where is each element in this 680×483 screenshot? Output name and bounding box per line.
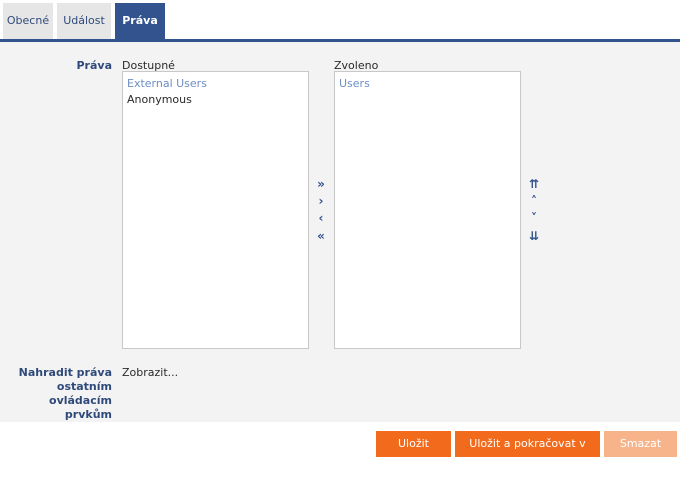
tab-general[interactable]: Obecné bbox=[3, 3, 53, 39]
list-item-external-users[interactable]: External Users bbox=[127, 76, 304, 92]
rights-label: Práva bbox=[76, 59, 112, 72]
replace-rights-label: Nahradit práva ostatním ovládacím prvkům bbox=[10, 366, 112, 422]
replace-rights-label-line: ostatním bbox=[56, 380, 112, 393]
add-all-button[interactable]: » bbox=[313, 176, 329, 192]
delete-button[interactable]: Smazat bbox=[604, 431, 677, 457]
tab-bar: Obecné Událost Práva bbox=[0, 0, 680, 42]
remove-button[interactable]: ‹ bbox=[313, 210, 329, 226]
remove-all-button[interactable]: « bbox=[313, 228, 329, 244]
available-list[interactable]: External Users Anonymous bbox=[122, 71, 309, 349]
tab-rights[interactable]: Práva bbox=[115, 3, 165, 39]
rights-panel: Práva Dostupné Zvoleno External Users An… bbox=[0, 42, 680, 422]
add-button[interactable]: › bbox=[313, 193, 329, 209]
replace-rights-label-line: prvkům bbox=[64, 408, 112, 421]
move-down-button[interactable]: ˅ bbox=[526, 210, 542, 226]
list-item-users[interactable]: Users bbox=[339, 76, 516, 92]
move-up-button[interactable]: ˄ bbox=[526, 193, 542, 209]
save-button[interactable]: Uložit bbox=[376, 431, 451, 457]
move-top-button[interactable]: ⇈ bbox=[526, 176, 542, 192]
list-item-anonymous[interactable]: Anonymous bbox=[127, 92, 304, 108]
move-bottom-button[interactable]: ⇊ bbox=[526, 228, 542, 244]
show-link[interactable]: Zobrazit... bbox=[122, 366, 178, 379]
selected-list[interactable]: Users bbox=[334, 71, 521, 349]
save-continue-button[interactable]: Uložit a pokračovat v editaci bbox=[455, 431, 600, 476]
replace-rights-label-line: Nahradit práva bbox=[18, 366, 112, 379]
replace-rights-label-line: ovládacím bbox=[49, 394, 112, 407]
tab-event[interactable]: Událost bbox=[57, 3, 111, 39]
